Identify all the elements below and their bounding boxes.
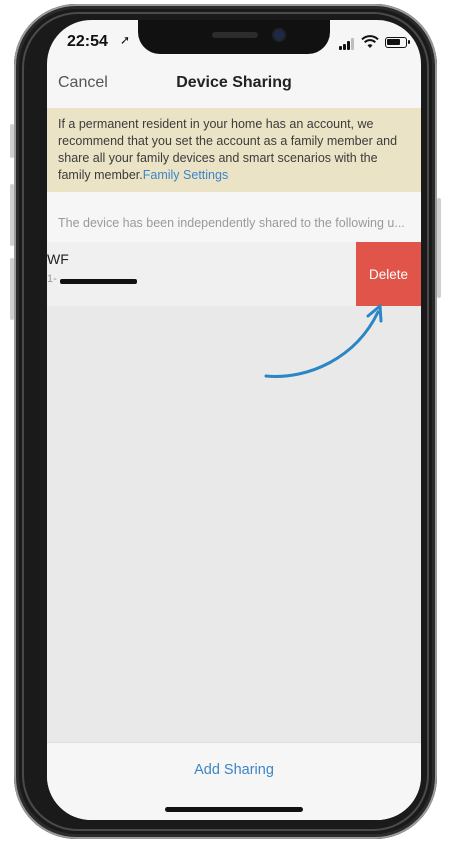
family-notice-banner: If a permanent resident in your home has… <box>47 108 421 192</box>
notch <box>138 20 330 54</box>
section-header-text: The device has been independently shared… <box>58 216 405 230</box>
add-sharing-button[interactable]: Add Sharing <box>47 762 421 778</box>
volume-up-button <box>10 184 14 246</box>
front-camera <box>274 30 284 40</box>
shared-users-section-header: The device has been independently shared… <box>47 192 421 244</box>
bottom-action-bar: Add Sharing <box>47 742 421 820</box>
phone-screen: 22:54 ➚ Cancel Device Sharing If a perma… <box>47 20 421 820</box>
status-time: 22:54 <box>67 33 108 50</box>
shared-user-name: WF <box>47 251 69 267</box>
pointing-arrow-icon <box>264 304 383 378</box>
power-button <box>437 198 441 298</box>
navigation-bar: Cancel Device Sharing <box>47 65 421 105</box>
location-arrow-icon: ➚ <box>120 33 131 47</box>
battery-icon <box>385 37 410 48</box>
speaker-grille <box>212 32 258 38</box>
volume-down-button <box>10 258 14 320</box>
family-settings-link[interactable]: Family Settings <box>143 168 228 182</box>
redaction-mark <box>60 279 137 284</box>
wifi-icon <box>361 35 379 48</box>
mute-switch <box>10 124 14 158</box>
notice-text: If a permanent resident in your home has… <box>58 116 412 184</box>
shared-user-id: 1- <box>47 273 57 285</box>
page-title: Device Sharing <box>176 74 292 91</box>
home-indicator[interactable] <box>165 807 303 812</box>
cell-signal-icon <box>339 38 357 50</box>
